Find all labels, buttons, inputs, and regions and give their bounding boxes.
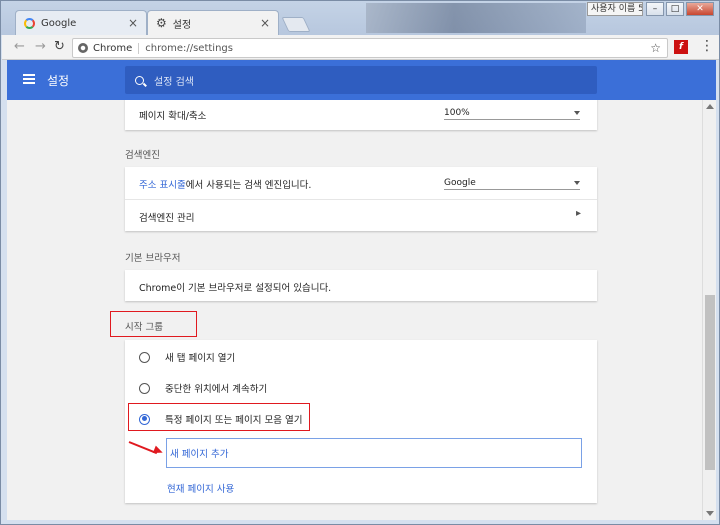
search-engine-value: Google xyxy=(444,177,476,188)
search-icon xyxy=(135,75,144,85)
highlight-box-specific-pages xyxy=(128,403,310,431)
title-bar: Google × ⚙ 설정 × 사용자 이름 5 – □ ✕ xyxy=(1,1,719,35)
background-window-blur xyxy=(366,3,586,33)
tab-settings[interactable]: ⚙ 설정 × xyxy=(147,10,279,35)
use-current-pages-row[interactable]: 현재 페이지 사용 xyxy=(167,481,583,495)
manage-search-engines-label: 검색엔진 관리 xyxy=(139,213,195,224)
zoom-value: 100% xyxy=(444,107,470,118)
dropdown-caret-icon xyxy=(574,110,580,115)
reload-button[interactable]: ↻ xyxy=(54,40,65,54)
chrome-icon xyxy=(78,43,88,53)
new-tab-button[interactable] xyxy=(281,17,311,32)
scroll-thumb[interactable] xyxy=(705,295,715,470)
tab-close-icon[interactable]: × xyxy=(128,16,138,30)
url-text[interactable]: chrome://settings xyxy=(145,43,233,54)
manage-search-engines-row[interactable]: 검색엔진 관리 xyxy=(139,210,583,224)
scroll-down-arrow-icon[interactable] xyxy=(706,511,714,516)
profile-name[interactable]: 사용자 이름 5 xyxy=(587,2,643,16)
zoom-label: 페이지 확대/축소 xyxy=(139,111,207,122)
address-bar-link[interactable]: 주소 표시줄 xyxy=(139,177,186,191)
search-placeholder: 설정 검색 xyxy=(154,76,194,88)
add-new-page-link[interactable]: 새 페이지 추가 xyxy=(170,446,228,460)
startup-option-label: 중단한 위치에서 계속하기 xyxy=(165,384,268,395)
back-button[interactable]: ← xyxy=(14,40,25,54)
browser-window: Google × ⚙ 설정 × 사용자 이름 5 – □ ✕ ← → ↻ Chr… xyxy=(0,0,720,525)
settings-content: 페이지 확대/축소 100% 검색엔진 주소 표시줄 에서 사용되는 검색 엔진입… xyxy=(7,100,702,520)
maximize-button[interactable]: □ xyxy=(666,2,684,16)
address-bar-desc: 에서 사용되는 검색 엔진입니다. xyxy=(185,180,312,191)
zoom-select[interactable]: 100% xyxy=(444,106,580,120)
use-current-pages-link[interactable]: 현재 페이지 사용 xyxy=(167,481,234,495)
highlight-box-startup-title xyxy=(110,311,197,337)
default-browser-row: Chrome이 기본 브라우저로 설정되어 있습니다. xyxy=(139,280,583,294)
settings-search-input[interactable]: 설정 검색 xyxy=(125,66,597,94)
tab-title: 설정 xyxy=(172,19,192,31)
flash-extension-icon[interactable]: f xyxy=(674,40,688,54)
scroll-up-arrow-icon[interactable] xyxy=(706,104,714,109)
bookmark-star-icon[interactable]: ☆ xyxy=(650,41,661,55)
startup-option-new-tab[interactable]: 새 탭 페이지 열기 xyxy=(139,350,583,364)
hamburger-menu-icon[interactable] xyxy=(23,74,35,84)
minimize-button[interactable]: – xyxy=(646,2,664,16)
search-engine-section-title: 검색엔진 xyxy=(125,150,160,161)
tab-close-icon[interactable]: × xyxy=(260,16,270,30)
add-new-page-field[interactable]: 새 페이지 추가 xyxy=(166,438,582,468)
startup-option-label: 새 탭 페이지 열기 xyxy=(165,353,236,364)
vertical-scrollbar[interactable] xyxy=(702,100,716,520)
forward-button[interactable]: → xyxy=(35,40,46,54)
tab-google[interactable]: Google × xyxy=(15,10,147,35)
chevron-right-icon[interactable]: ▸ xyxy=(576,208,581,219)
dropdown-caret-icon xyxy=(574,180,580,185)
search-engine-card: 주소 표시줄 에서 사용되는 검색 엔진입니다. Google 검색엔진 관리 ▸ xyxy=(125,167,597,231)
settings-header: 설정 설정 검색 xyxy=(7,60,716,100)
default-browser-card: Chrome이 기본 브라우저로 설정되어 있습니다. xyxy=(125,270,597,301)
appearance-card: 페이지 확대/축소 100% xyxy=(125,100,597,130)
chrome-menu-button[interactable]: ⋮ xyxy=(700,38,714,54)
google-icon xyxy=(24,17,35,29)
search-engine-select[interactable]: Google xyxy=(444,176,580,190)
radio-button[interactable] xyxy=(139,351,150,363)
radio-button[interactable] xyxy=(139,382,150,394)
page-title: 설정 xyxy=(47,74,70,88)
default-browser-section-title: 기본 브라우저 xyxy=(125,253,181,264)
tab-title: Google xyxy=(41,17,77,29)
startup-option-continue[interactable]: 중단한 위치에서 계속하기 xyxy=(139,381,583,395)
browser-toolbar: ← → ↻ Chrome chrome://settings ☆ f ⋮ xyxy=(2,35,719,60)
site-chip: Chrome xyxy=(93,42,140,54)
address-bar[interactable]: Chrome chrome://settings ☆ xyxy=(72,38,668,58)
close-window-button[interactable]: ✕ xyxy=(686,2,714,16)
divider xyxy=(125,199,597,200)
gear-icon: ⚙ xyxy=(156,16,167,30)
default-browser-text: Chrome이 기본 브라우저로 설정되어 있습니다. xyxy=(139,283,332,294)
